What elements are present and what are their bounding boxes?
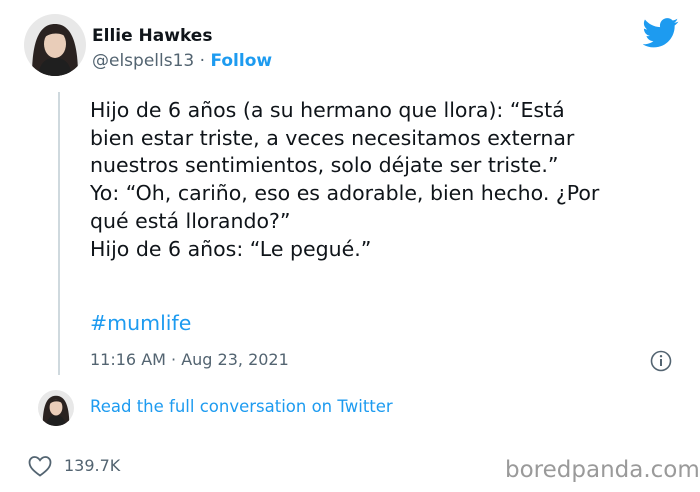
tweet-line: nuestros sentimientos, solo déjate ser t… — [90, 153, 559, 178]
author-name[interactable]: Ellie Hawkes — [92, 26, 212, 46]
info-icon[interactable] — [650, 350, 672, 372]
tweet-line: Hijo de 6 años (a su hermano que llora):… — [90, 98, 565, 122]
divider — [0, 440, 700, 441]
author-avatar[interactable] — [24, 14, 86, 76]
read-conversation-link[interactable]: Read the full conversation on Twitter — [90, 397, 393, 416]
tweet-body: Hijo de 6 años (a su hermano que llora):… — [90, 97, 690, 263]
watermark-text: boredpanda.com — [505, 457, 700, 483]
like-count: 139.7K — [64, 456, 121, 475]
tweet-line: bien estar triste, a veces necesitamos e… — [90, 125, 575, 150]
twitter-bird-icon[interactable] — [643, 18, 679, 48]
tweet-timestamp[interactable]: 11:16 AM · Aug 23, 2021 — [90, 350, 289, 369]
tweet-line: Yo: “Oh, cariño, eso es adorable, bien h… — [90, 181, 600, 206]
handle-separator: · — [199, 51, 206, 71]
hashtag-link[interactable]: #mumlife — [90, 311, 191, 335]
author-handle-row: @elspells13 · Follow — [92, 51, 272, 71]
thread-connector-line — [58, 92, 60, 375]
follow-button[interactable]: Follow — [210, 51, 272, 71]
tweet-line: qué está llorando?” — [90, 208, 291, 233]
author-handle[interactable]: @elspells13 — [92, 51, 194, 71]
thread-avatar — [38, 390, 74, 426]
tweet-line: Hijo de 6 años: “Le pegué.” — [90, 236, 372, 261]
heart-icon[interactable] — [28, 455, 52, 477]
